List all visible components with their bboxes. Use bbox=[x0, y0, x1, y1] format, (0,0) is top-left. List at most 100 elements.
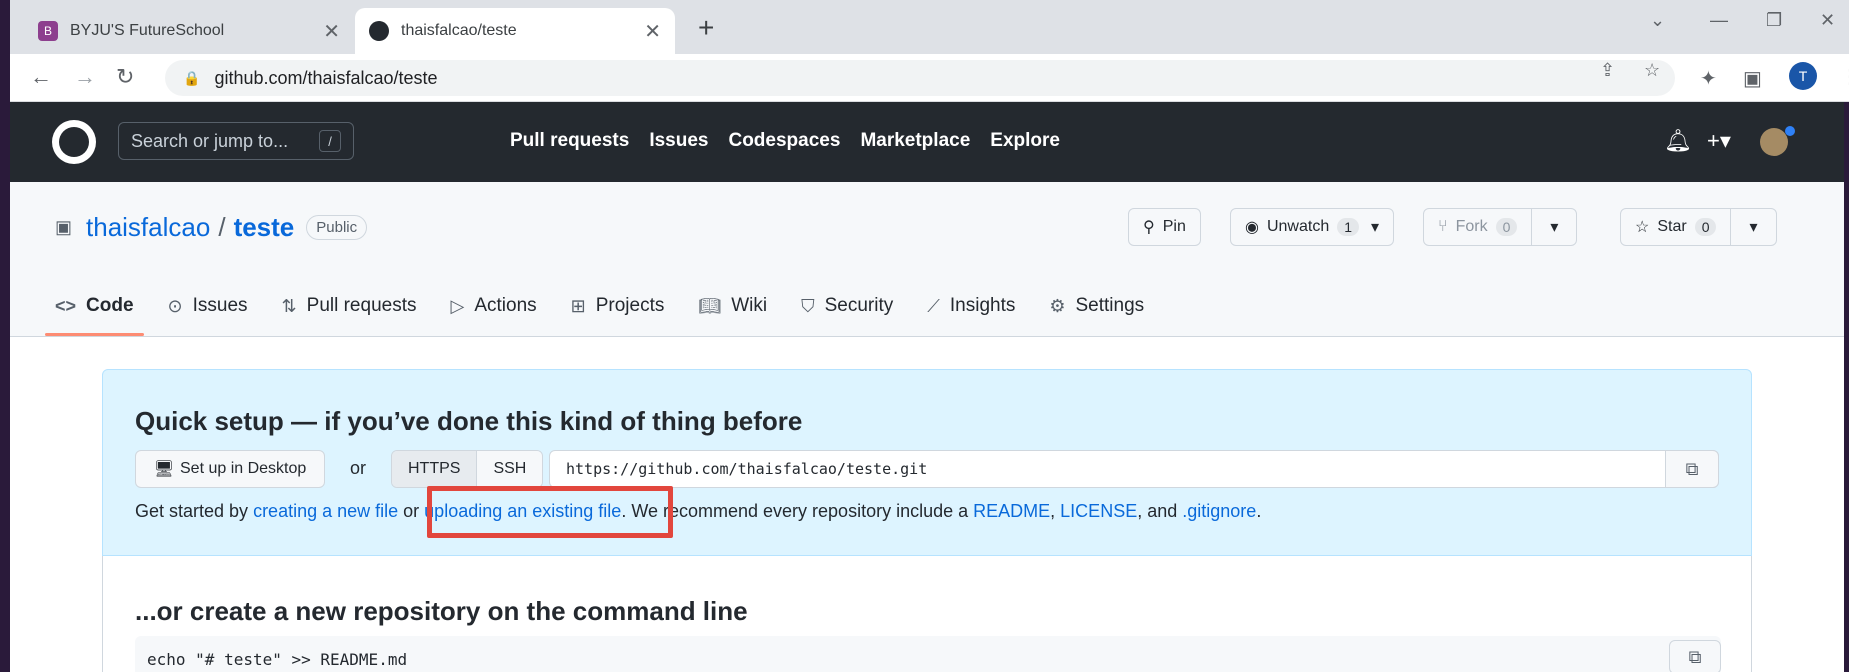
repo-name-link[interactable]: teste bbox=[234, 212, 295, 243]
tab-title: thaisfalcao/teste bbox=[401, 22, 517, 39]
main-content: Quick setup — if you’ve done this kind o… bbox=[10, 337, 1844, 672]
minimize-icon[interactable]: — bbox=[1710, 10, 1728, 31]
close-tab-icon[interactable]: ✕ bbox=[644, 19, 661, 44]
repo-owner-link[interactable]: thaisfalcao bbox=[86, 212, 210, 243]
nav-pull-requests[interactable]: Pull requests bbox=[510, 130, 629, 152]
ssh-button[interactable]: SSH bbox=[476, 451, 543, 487]
visibility-badge: Public bbox=[306, 215, 368, 240]
address-bar[interactable]: 🔒 github.com/thaisfalcao/teste bbox=[165, 60, 1675, 96]
protocol-toggle: HTTPS SSH bbox=[391, 450, 544, 488]
fork-button[interactable]: ⑂ Fork 0 ▾ bbox=[1423, 208, 1578, 246]
and-text: , and bbox=[1137, 501, 1183, 521]
create-new-plus-icon[interactable]: +▾ bbox=[1707, 128, 1731, 154]
copy-commands-icon[interactable]: ⧉ bbox=[1669, 640, 1721, 672]
pin-label: Pin bbox=[1162, 218, 1186, 235]
browser-tab-byjus[interactable]: B BYJU'S FutureSchool ✕ bbox=[24, 8, 354, 54]
tab-search-icon[interactable]: ⌄ bbox=[1650, 10, 1665, 31]
tab-settings[interactable]: ⚙ Settings bbox=[1049, 286, 1144, 326]
profile-avatar[interactable]: T bbox=[1789, 62, 1817, 90]
period: . bbox=[1256, 501, 1262, 521]
tab-insights[interactable]: ⟋ Insights bbox=[927, 286, 1015, 326]
gear-icon: ⚙ bbox=[1049, 295, 1066, 316]
or-word: or bbox=[398, 501, 425, 521]
repo-tabs: <> Code ⊙ Issues ⇅ Pull requests ▷ Actions ⊞… bbox=[45, 286, 1144, 336]
side-panel-icon[interactable]: ▣ bbox=[1743, 66, 1762, 91]
browser-tab-github[interactable]: thaisfalcao/teste ✕ bbox=[355, 8, 675, 54]
fork-icon: ⑂ bbox=[1438, 218, 1448, 235]
book-icon: 📖︎ bbox=[698, 295, 722, 316]
setup-desktop-button[interactable]: 🖥︎ Set up in Desktop bbox=[135, 450, 325, 488]
watch-count: 1 bbox=[1337, 218, 1360, 236]
user-avatar[interactable] bbox=[1760, 128, 1788, 156]
fork-dropdown-icon[interactable]: ▾ bbox=[1531, 209, 1576, 245]
watch-button[interactable]: ◉ Unwatch 1 ▾ bbox=[1230, 208, 1395, 246]
highlight-box bbox=[427, 486, 673, 538]
tab-wiki[interactable]: 📖︎ Wiki bbox=[698, 286, 767, 326]
eye-icon: ◉ bbox=[1245, 219, 1259, 236]
close-tab-icon[interactable]: ✕ bbox=[323, 19, 340, 44]
nav-marketplace[interactable]: Marketplace bbox=[860, 130, 970, 152]
copy-clone-url-icon[interactable]: ⧉ bbox=[1665, 450, 1719, 488]
get-started-prefix: Get started by bbox=[135, 501, 254, 521]
search-shortcut-key: / bbox=[319, 130, 341, 152]
back-icon[interactable]: ← bbox=[30, 64, 52, 90]
browser-toolbar: ← → ↻ 🔒 github.com/thaisfalcao/teste ⇪ ☆… bbox=[10, 54, 1849, 102]
tab-code[interactable]: <> Code bbox=[45, 286, 144, 336]
tab-label: Code bbox=[86, 295, 134, 316]
create-new-file-link[interactable]: creating a new file bbox=[253, 501, 398, 521]
close-window-icon[interactable]: ✕ bbox=[1820, 10, 1835, 31]
lock-icon: 🔒 bbox=[183, 69, 201, 86]
gitignore-link[interactable]: .gitignore bbox=[1182, 501, 1256, 521]
new-tab-button[interactable]: + bbox=[698, 12, 714, 44]
notifications-bell-icon[interactable]: 🔔︎ bbox=[1664, 128, 1692, 154]
tab-label: Actions bbox=[474, 295, 537, 316]
pin-icon: ⚲ bbox=[1143, 219, 1155, 236]
get-started-text: Get started by creating a new file or up… bbox=[135, 501, 1261, 522]
tab-title: BYJU'S FutureSchool bbox=[70, 22, 225, 39]
watch-dropdown-icon[interactable]: ▾ bbox=[1371, 217, 1379, 237]
global-nav: Pull requests Issues Codespaces Marketpl… bbox=[510, 130, 1060, 152]
star-label: Star bbox=[1657, 218, 1687, 235]
tab-issues[interactable]: ⊙ Issues bbox=[168, 286, 248, 326]
pull-request-icon: ⇅ bbox=[281, 295, 297, 316]
pin-button[interactable]: ⚲ Pin bbox=[1128, 208, 1201, 246]
byjus-favicon-icon: B bbox=[38, 21, 58, 41]
graph-icon: ⟋ bbox=[927, 295, 940, 316]
tab-label: Insights bbox=[949, 295, 1016, 316]
command-line-section: ...or create a new repository on the com… bbox=[102, 556, 1752, 672]
search-input[interactable]: Search or jump to... / bbox=[118, 122, 354, 160]
nav-issues[interactable]: Issues bbox=[649, 130, 708, 152]
bookmark-star-icon[interactable]: ☆ bbox=[1644, 60, 1660, 81]
command-line-title: ...or create a new repository on the com… bbox=[135, 596, 748, 626]
star-button[interactable]: ☆ Star 0 ▾ bbox=[1620, 208, 1777, 246]
quick-setup-box: Quick setup — if you’ve done this kind o… bbox=[102, 369, 1752, 556]
star-dropdown-icon[interactable]: ▾ bbox=[1730, 209, 1775, 245]
repo-icon: ▣ bbox=[55, 217, 73, 237]
extensions-icon[interactable]: ✦ bbox=[1700, 66, 1717, 91]
nav-explore[interactable]: Explore bbox=[990, 130, 1060, 152]
https-button[interactable]: HTTPS bbox=[392, 451, 477, 487]
license-link[interactable]: LICENSE bbox=[1060, 501, 1137, 521]
tab-actions[interactable]: ▷ Actions bbox=[450, 286, 536, 326]
reload-icon[interactable]: ↻ bbox=[116, 64, 134, 90]
browser-menu-icon[interactable]: ⋮ bbox=[1840, 64, 1849, 89]
clone-url-input[interactable]: https://github.com/thaisfalcao/teste.git bbox=[549, 450, 1719, 488]
star-icon: ☆ bbox=[1635, 219, 1650, 236]
readme-link[interactable]: README bbox=[973, 501, 1050, 521]
nav-codespaces[interactable]: Codespaces bbox=[728, 130, 840, 152]
comma: , bbox=[1050, 501, 1061, 521]
or-text: or bbox=[350, 458, 367, 478]
share-icon[interactable]: ⇪ bbox=[1600, 60, 1615, 81]
tab-projects[interactable]: ⊞ Projects bbox=[571, 286, 665, 326]
tab-label: Pull requests bbox=[306, 295, 417, 316]
watch-label: Unwatch bbox=[1266, 218, 1330, 235]
desktop-icon: 🖥︎ bbox=[153, 461, 174, 478]
browser-tabstrip: B BYJU'S FutureSchool ✕ thaisfalcao/test… bbox=[10, 0, 1849, 54]
tab-pull-requests[interactable]: ⇅ Pull requests bbox=[282, 286, 417, 326]
table-icon: ⊞ bbox=[570, 295, 586, 316]
forward-icon[interactable]: → bbox=[74, 64, 96, 90]
tab-security[interactable]: ⛉ Security bbox=[801, 286, 893, 326]
github-logo-icon[interactable] bbox=[52, 120, 96, 164]
github-favicon-icon bbox=[369, 21, 389, 41]
restore-icon[interactable]: ❐ bbox=[1766, 10, 1782, 31]
